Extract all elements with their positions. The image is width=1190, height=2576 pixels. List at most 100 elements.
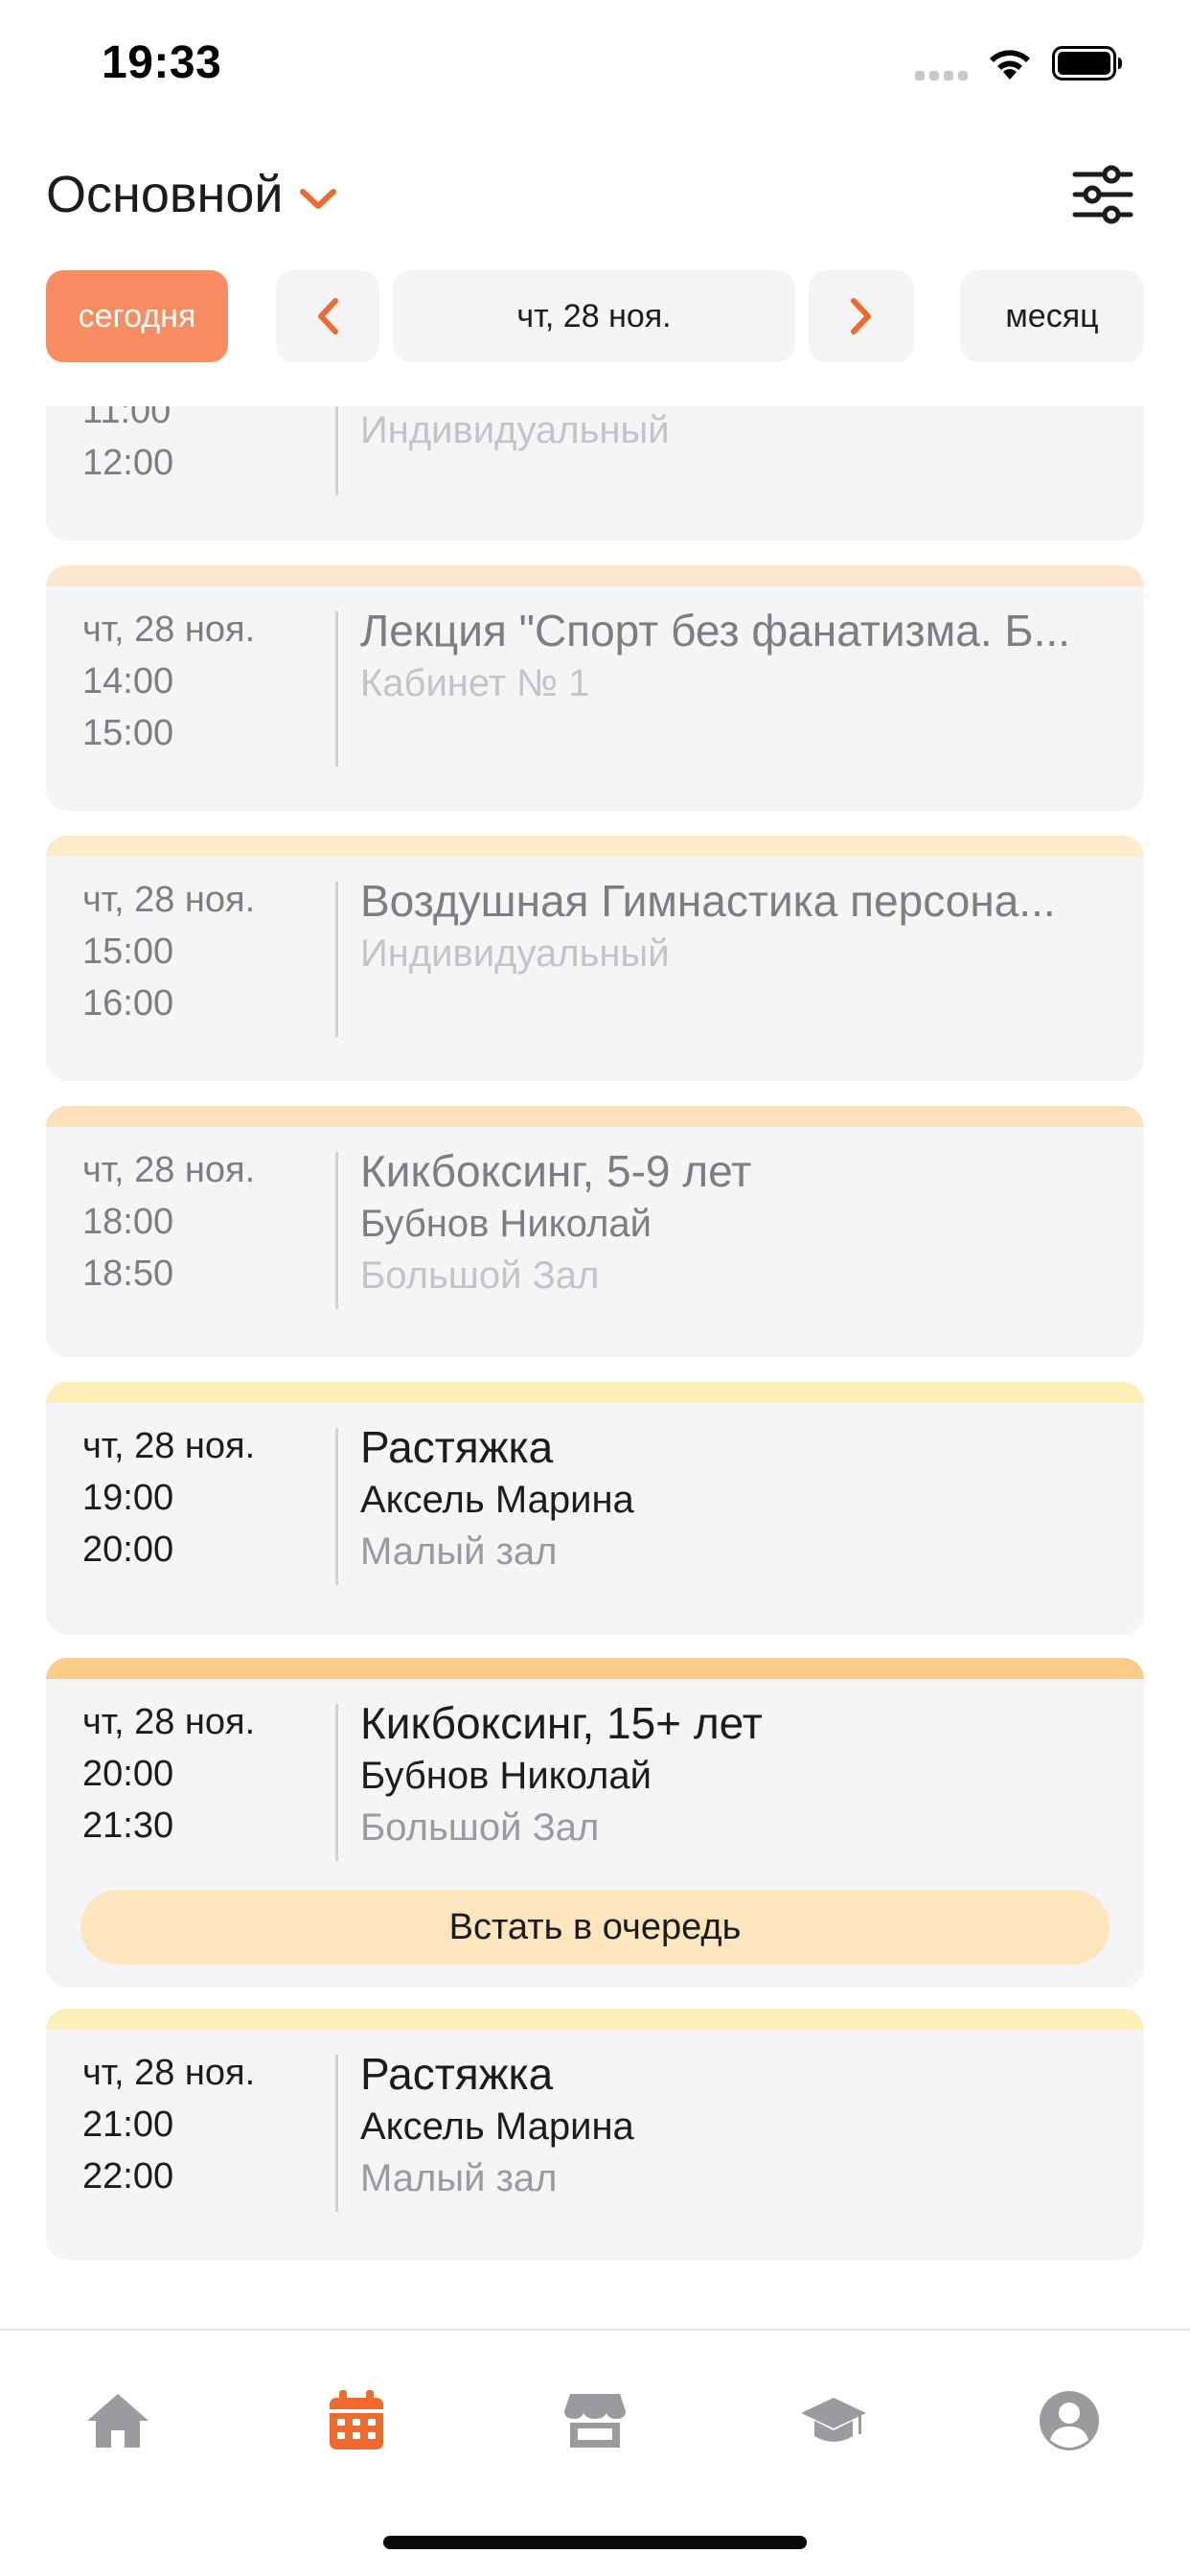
home-indicator xyxy=(383,2536,807,2549)
event-card[interactable]: чт, 28 ноя. 21:00 22:00 Растяжка Аксель … xyxy=(46,2009,1144,2260)
event-start-time: 15:00 xyxy=(82,932,174,972)
event-time: чт, 28 ноя. 18:00 18:50 xyxy=(82,1144,255,1300)
tab-store[interactable] xyxy=(549,2375,641,2467)
event-start-time: 14:00 xyxy=(82,661,174,702)
event-card[interactable]: чт, 28 ноя. 20:00 21:30 Кикбоксинг, 15+ … xyxy=(46,1658,1144,1988)
tab-schedule[interactable] xyxy=(310,2375,402,2467)
event-end-time: 15:00 xyxy=(82,713,174,753)
event-start-time: 19:00 xyxy=(82,1478,174,1518)
page-title: Основной xyxy=(46,166,284,223)
card-divider xyxy=(335,406,338,495)
event-start-time: 18:00 xyxy=(82,1202,174,1242)
event-title: Лекция "Спорт без фанатизма. Б... xyxy=(360,606,1070,656)
event-date: чт, 28 ноя. xyxy=(82,1426,256,1466)
event-title: Кикбоксинг, 5-9 лет xyxy=(360,1146,752,1196)
event-date: чт, 28 ноя. xyxy=(82,880,256,920)
card-divider xyxy=(335,611,338,767)
event-trainer: Бубнов Николай xyxy=(360,1755,652,1797)
home-icon xyxy=(87,2394,149,2448)
calendar-icon xyxy=(330,2390,383,2450)
event-time: чт, 28 ноя. 15:00 16:00 xyxy=(82,874,255,1029)
event-start-time: 21:00 xyxy=(82,2104,174,2145)
event-time: 11:00 12:00 xyxy=(82,406,173,489)
status-time: 19:33 xyxy=(102,37,222,88)
event-end-time: 18:50 xyxy=(82,1254,174,1294)
sliders-icon xyxy=(1072,165,1133,224)
event-room: Большой Зал xyxy=(360,1254,600,1297)
card-divider xyxy=(335,882,338,1037)
store-icon xyxy=(564,2394,626,2448)
event-date: чт, 28 ноя. xyxy=(82,1150,256,1190)
join-queue-button[interactable]: Встать в очередь xyxy=(80,1890,1110,1965)
tab-profile[interactable] xyxy=(1023,2375,1115,2467)
event-list[interactable]: 11:00 12:00 Индивидуальный чт, 28 ноя. 1… xyxy=(46,406,1144,2313)
event-color-stripe xyxy=(46,1658,1144,1679)
event-start-time: 20:00 xyxy=(82,1754,174,1794)
profile-icon xyxy=(1040,2391,1099,2450)
chevron-down-icon xyxy=(299,189,336,209)
tab-education[interactable] xyxy=(788,2375,880,2467)
card-divider xyxy=(335,2055,338,2212)
schedule-selector[interactable]: Основной xyxy=(46,165,337,224)
event-title: Воздушная Гимнастика персона... xyxy=(360,876,1056,926)
graduation-cap-icon xyxy=(801,2398,866,2442)
event-details: Воздушная Гимнастика персона... Индивиду… xyxy=(360,874,1117,979)
event-color-stripe xyxy=(46,2009,1144,2030)
chevron-right-icon xyxy=(851,298,871,334)
event-end-time: 21:30 xyxy=(82,1806,174,1846)
event-end-time: 16:00 xyxy=(82,983,174,1024)
today-button[interactable]: сегодня xyxy=(46,270,228,362)
event-trainer: Бубнов Николай xyxy=(360,1203,652,1245)
event-date: чт, 28 ноя. xyxy=(82,2053,256,2093)
event-date: чт, 28 ноя. xyxy=(82,610,256,650)
event-details: Растяжка Аксель Марина Малый зал xyxy=(360,2047,1117,2204)
event-title: Растяжка xyxy=(360,1422,554,1472)
event-room: Кабинет № 1 xyxy=(360,662,590,704)
chevron-left-icon xyxy=(318,298,338,334)
event-details: Растяжка Аксель Марина Малый зал xyxy=(360,1420,1117,1577)
previous-day-button[interactable] xyxy=(276,270,379,362)
event-color-stripe xyxy=(46,565,1144,586)
event-end-time: 20:00 xyxy=(82,1530,174,1570)
event-details: Лекция "Спорт без фанатизма. Б... Кабине… xyxy=(360,604,1117,709)
month-view-button[interactable]: месяц xyxy=(960,270,1144,362)
event-room: Малый зал xyxy=(360,1530,558,1573)
current-date-label[interactable]: чт, 28 ноя. xyxy=(393,270,795,362)
event-room: Индивидуальный xyxy=(360,409,670,451)
event-trainer: Аксель Марина xyxy=(360,2105,634,2148)
event-time: чт, 28 ноя. 19:00 20:00 xyxy=(82,1420,255,1576)
event-details: Кикбоксинг, 5-9 лет Бубнов Николай Больш… xyxy=(360,1144,1117,1301)
event-start-time: 11:00 xyxy=(82,406,172,431)
card-divider xyxy=(335,1428,338,1585)
event-title: Растяжка xyxy=(360,2049,554,2099)
event-card[interactable]: чт, 28 ноя. 18:00 18:50 Кикбоксинг, 5-9 … xyxy=(46,1106,1144,1357)
event-card[interactable]: 11:00 12:00 Индивидуальный xyxy=(46,406,1144,540)
event-trainer: Аксель Марина xyxy=(360,1479,634,1521)
date-navigation: сегодня чт, 28 ноя. месяц xyxy=(0,270,1190,362)
filter-button[interactable] xyxy=(1071,163,1134,226)
event-card[interactable]: чт, 28 ноя. 14:00 15:00 Лекция "Спорт бе… xyxy=(46,565,1144,811)
tab-home[interactable] xyxy=(72,2375,164,2467)
event-time: чт, 28 ноя. 20:00 21:30 xyxy=(82,1696,255,1852)
event-end-time: 12:00 xyxy=(82,443,174,483)
event-color-stripe xyxy=(46,836,1144,857)
status-bar: 19:33 xyxy=(0,0,1190,125)
signal-icon xyxy=(915,71,968,80)
battery-icon xyxy=(1052,46,1122,80)
event-date: чт, 28 ноя. xyxy=(82,1702,256,1742)
event-details: Кикбоксинг, 15+ лет Бубнов Николай Больш… xyxy=(360,1696,1117,1853)
event-title: Кикбоксинг, 15+ лет xyxy=(360,1698,763,1748)
event-room: Большой Зал xyxy=(360,1806,600,1849)
event-details: Индивидуальный xyxy=(360,406,1117,456)
event-color-stripe xyxy=(46,1106,1144,1127)
event-end-time: 22:00 xyxy=(82,2156,174,2196)
event-time: чт, 28 ноя. 21:00 22:00 xyxy=(82,2047,255,2202)
event-color-stripe xyxy=(46,1382,1144,1403)
event-time: чт, 28 ноя. 14:00 15:00 xyxy=(82,604,255,759)
event-card[interactable]: чт, 28 ноя. 15:00 16:00 Воздушная Гимнас… xyxy=(46,836,1144,1081)
next-day-button[interactable] xyxy=(809,270,914,362)
event-room: Малый зал xyxy=(360,2157,558,2199)
event-room: Индивидуальный xyxy=(360,932,670,975)
card-divider xyxy=(335,1704,338,1861)
event-card[interactable]: чт, 28 ноя. 19:00 20:00 Растяжка Аксель … xyxy=(46,1382,1144,1635)
